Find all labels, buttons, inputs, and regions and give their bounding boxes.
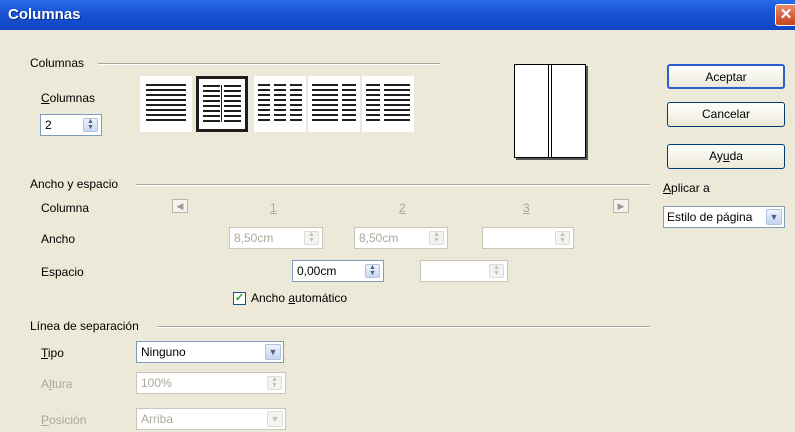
column-right-arrow-icon[interactable]: ▶ bbox=[613, 199, 629, 213]
column-row-label: Columna bbox=[41, 201, 90, 215]
width-col1-value: 8,50cm bbox=[234, 231, 274, 245]
title-bar[interactable]: Columnas ✕ bbox=[0, 0, 795, 30]
spacing-col1-value: 0,00cm bbox=[297, 264, 337, 278]
columns-count-spin-icon[interactable]: ▲ ▼ bbox=[83, 118, 98, 132]
columns-group-label: Columnas bbox=[30, 56, 85, 70]
separator-height-spin-icon[interactable]: ▲ ▼ bbox=[267, 376, 282, 390]
width-col2-spin-icon[interactable]: ▲ ▼ bbox=[429, 231, 444, 245]
columns-dialog: Columnas ✕ Columnas Columnas 2 ▲ ▼ Acept… bbox=[0, 0, 795, 432]
width-col2-field[interactable]: 8,50cm ▲ ▼ bbox=[354, 227, 448, 249]
separator-type-select[interactable]: Ninguno ▼ bbox=[136, 341, 284, 363]
separator-height-field[interactable]: 100% ▲ ▼ bbox=[136, 372, 286, 394]
two-columns-icon bbox=[203, 85, 241, 122]
width-col1-spin-icon[interactable]: ▲ ▼ bbox=[304, 231, 319, 245]
apply-to-select[interactable]: Estilo de página ▼ bbox=[663, 206, 785, 228]
ok-button[interactable]: Aceptar bbox=[667, 64, 785, 89]
cancel-button[interactable]: Cancelar bbox=[667, 102, 785, 127]
separator-type-label: Tipo bbox=[41, 346, 64, 360]
separator-type-value: Ninguno bbox=[141, 345, 186, 359]
spacing-row-label: Espacio bbox=[41, 265, 84, 279]
columns-count-value: 2 bbox=[45, 118, 52, 132]
chevron-down-icon[interactable]: ▼ bbox=[265, 344, 281, 360]
help-button[interactable]: Ayuda bbox=[667, 144, 785, 169]
help-button-label: Ayuda bbox=[709, 149, 743, 163]
page-preview bbox=[514, 64, 586, 158]
close-button[interactable]: ✕ bbox=[775, 4, 795, 26]
separator-height-label: Altura bbox=[41, 377, 73, 391]
column-number-1: 1 bbox=[270, 201, 277, 215]
column-left-arrow-icon[interactable]: ◀ bbox=[172, 199, 188, 213]
preview-column-gap bbox=[548, 65, 552, 157]
layout-two-columns[interactable] bbox=[196, 76, 248, 132]
layout-one-column[interactable] bbox=[140, 76, 192, 132]
separator-position-label: Posición bbox=[41, 413, 87, 427]
separator-position-value: Arriba bbox=[141, 412, 174, 426]
ok-button-label: Aceptar bbox=[705, 70, 747, 84]
chevron-down-icon[interactable]: ▼ bbox=[766, 209, 782, 225]
auto-width-checkbox[interactable]: ✓ bbox=[233, 292, 246, 305]
apply-to-label: Aplicar a bbox=[663, 181, 710, 195]
column-number-3: 3 bbox=[523, 201, 530, 215]
wide-left-columns-icon bbox=[312, 84, 356, 121]
columns-count-label: Columnas bbox=[41, 91, 96, 105]
width-col3-field[interactable]: ▲ ▼ bbox=[482, 227, 574, 249]
width-col1-field[interactable]: 8,50cm ▲ ▼ bbox=[229, 227, 323, 249]
window-title: Columnas bbox=[8, 6, 81, 23]
auto-width-label: Ancho automático bbox=[251, 291, 348, 305]
width-row-label: Ancho bbox=[41, 232, 76, 246]
column-number-2: 2 bbox=[399, 201, 406, 215]
separator-group-label: Línea de separación bbox=[30, 319, 139, 333]
separator-divider bbox=[157, 326, 650, 328]
width-col2-value: 8,50cm bbox=[359, 231, 399, 245]
spacing-col2-field[interactable]: ▲ ▼ bbox=[420, 260, 508, 282]
spacing-col1-field[interactable]: 0,00cm ▲ ▼ bbox=[292, 260, 384, 282]
layout-wide-right[interactable] bbox=[362, 76, 414, 132]
width-col3-spin-icon[interactable]: ▲ ▼ bbox=[555, 231, 570, 245]
layout-three-columns[interactable] bbox=[254, 76, 306, 132]
separator-height-value: 100% bbox=[141, 376, 172, 390]
spacing-col2-spin-icon[interactable]: ▲ ▼ bbox=[489, 264, 504, 278]
separator-position-select[interactable]: Arriba ▼ bbox=[136, 408, 286, 430]
columns-count-stepper[interactable]: 2 ▲ ▼ bbox=[40, 114, 102, 136]
width-spacing-divider bbox=[136, 184, 650, 186]
cancel-button-label: Cancelar bbox=[701, 107, 751, 121]
chevron-down-icon[interactable]: ▼ bbox=[267, 411, 283, 427]
wide-right-columns-icon bbox=[366, 84, 410, 121]
one-column-icon bbox=[146, 84, 186, 121]
columns-group-divider bbox=[98, 63, 440, 65]
three-columns-icon bbox=[258, 84, 302, 121]
spacing-col1-spin-icon[interactable]: ▲ ▼ bbox=[365, 264, 380, 278]
columns-count-label-rest: olumnas bbox=[49, 91, 96, 105]
layout-wide-left[interactable] bbox=[308, 76, 360, 132]
apply-to-value: Estilo de página bbox=[667, 210, 753, 224]
width-spacing-group-label: Ancho y espacio bbox=[30, 177, 119, 191]
